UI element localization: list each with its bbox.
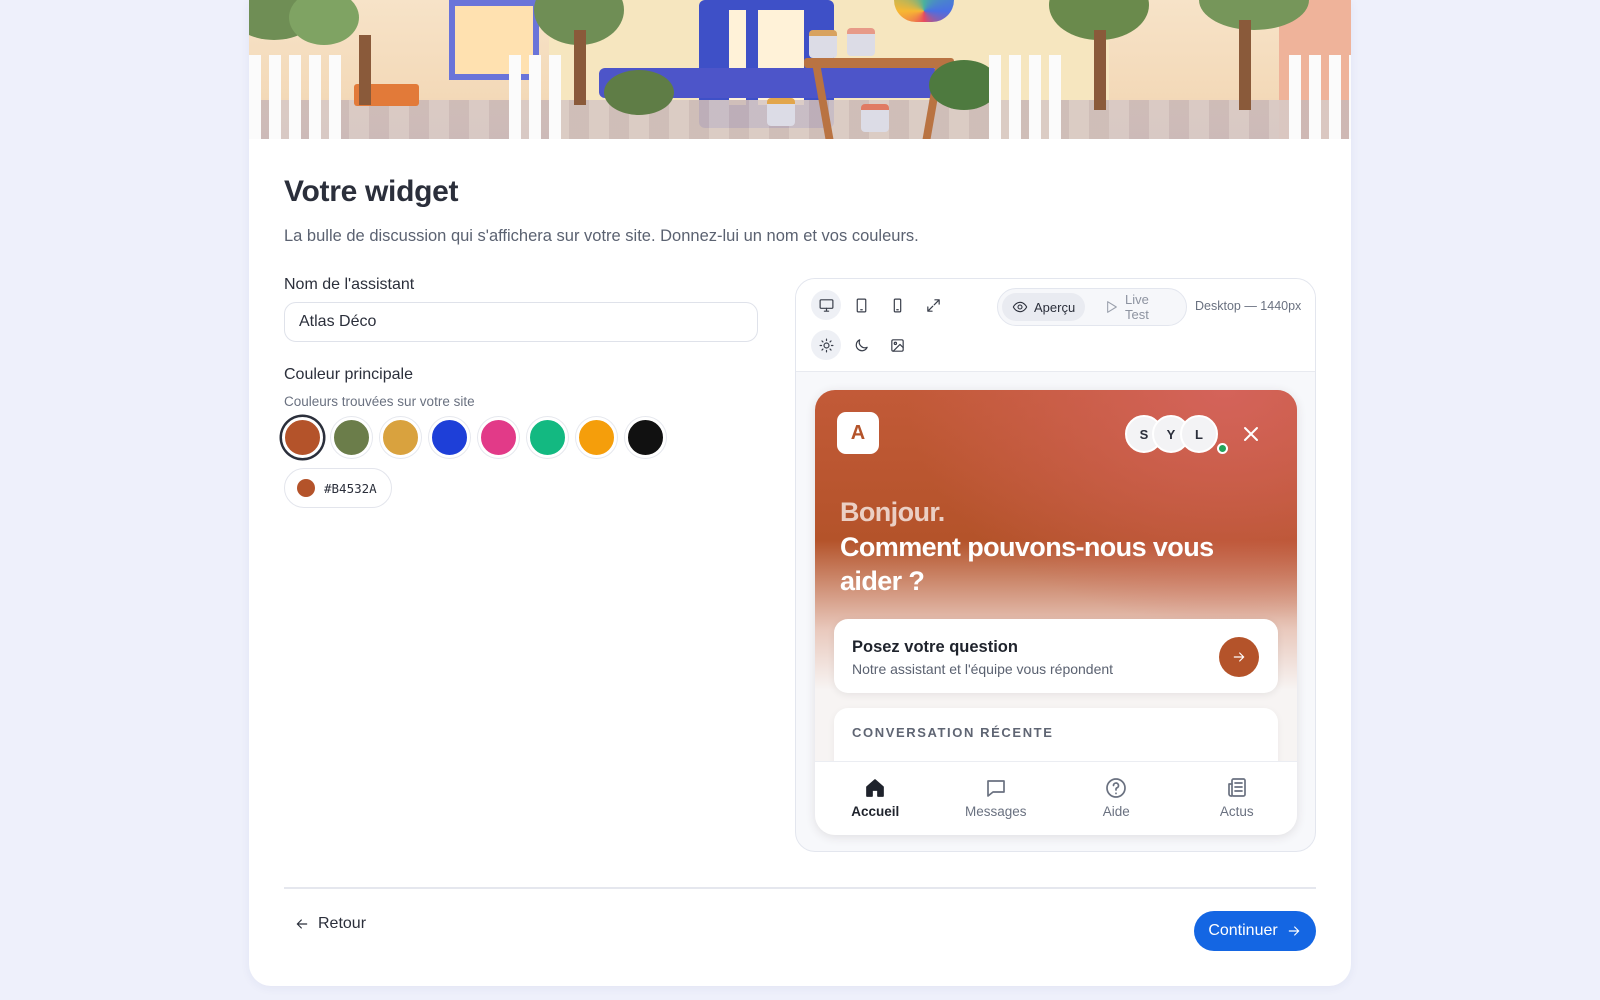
back-button[interactable]: Retour <box>294 915 366 933</box>
nav-item-label: Aide <box>1102 804 1130 819</box>
chat-icon <box>986 780 1005 797</box>
color-hint: Couleurs trouvées sur votre site <box>284 394 475 409</box>
preview-mode-toggle: Aperçu Live Test <box>997 288 1187 326</box>
nav-item-messages[interactable]: Messages <box>936 762 1057 835</box>
nav-item-aide[interactable]: Aide <box>1056 762 1177 835</box>
viewport-size-label: Desktop — 1440px <box>1195 299 1302 313</box>
mobile-icon[interactable] <box>882 290 912 320</box>
help-icon <box>1106 778 1127 798</box>
color-swatch[interactable] <box>429 417 470 458</box>
sun-icon[interactable] <box>811 330 841 360</box>
moon-icon[interactable] <box>846 330 876 360</box>
expand-icon[interactable] <box>918 290 948 320</box>
arrow-left-icon <box>296 919 308 929</box>
nav-item-label: Messages <box>964 804 1027 819</box>
page-title: Votre widget <box>284 175 459 208</box>
desktop-icon[interactable] <box>811 290 841 320</box>
widget-bottom-nav: Accueil Messages Aide Actus <box>815 761 1297 835</box>
image-icon[interactable] <box>882 330 912 360</box>
recent-conversation-title: CONVERSATION RÉCENTE <box>852 725 1054 740</box>
color-swatch[interactable] <box>331 417 372 458</box>
continue-button-label: Continuer <box>1208 922 1278 939</box>
hex-color-dot <box>297 479 315 497</box>
hex-color-value: #B4532A <box>324 480 377 496</box>
news-icon <box>1227 778 1246 797</box>
widget-preview-panel: Aperçu Live Test Desktop — 1440px A S Y … <box>795 278 1316 852</box>
arrow-right-icon <box>1288 926 1299 936</box>
color-swatch[interactable] <box>576 417 617 458</box>
close-icon[interactable] <box>1239 422 1263 446</box>
tablet-icon[interactable] <box>846 290 876 320</box>
hex-color-chip[interactable]: #B4532A <box>284 468 392 508</box>
preview-mode-button[interactable]: Aperçu <box>1002 293 1086 321</box>
main-color-label: Couleur principale <box>284 366 413 383</box>
nav-item-label: Actus <box>1219 804 1254 819</box>
assistant-avatar: A <box>837 412 879 454</box>
continue-button[interactable]: Continuer <box>1194 911 1316 951</box>
avatar: L <box>1180 415 1218 453</box>
arrow-right-icon[interactable] <box>1219 637 1259 677</box>
live-test-label: Live Test <box>1124 292 1149 322</box>
assistant-name-label: Nom de l'assistant <box>284 276 415 293</box>
online-status-dot <box>1217 443 1228 454</box>
back-button-label: Retour <box>318 915 367 932</box>
page-subtitle: La bulle de discussion qui s'affichera s… <box>284 227 919 245</box>
footer-divider <box>284 887 1316 889</box>
greeting-line-2: Comment pouvons-nous vous aider ? <box>840 532 1214 596</box>
color-swatch[interactable] <box>282 417 323 458</box>
play-icon <box>1107 301 1117 313</box>
color-swatch[interactable] <box>380 417 421 458</box>
color-swatches <box>282 417 666 458</box>
nav-item-label: Accueil <box>851 804 900 819</box>
color-swatch[interactable] <box>625 417 666 458</box>
assistant-name-input[interactable] <box>284 302 758 342</box>
chat-widget: A S Y L Bonjour. Comment pouvons-nous vo… <box>815 390 1297 835</box>
eye-icon <box>1012 301 1028 313</box>
ask-question-subtitle: Notre assistant et l'équipe vous réponde… <box>852 661 1114 677</box>
hero-illustration <box>249 0 1351 139</box>
ask-question-title: Posez votre question <box>852 638 1018 656</box>
home-icon <box>866 779 885 797</box>
preview-mode-label: Aperçu <box>1034 299 1076 315</box>
nav-item-accueil[interactable]: Accueil <box>815 762 936 835</box>
greeting-line-1: Bonjour. <box>840 497 945 527</box>
live-test-button[interactable]: Live Test <box>1093 292 1186 322</box>
nav-item-actus[interactable]: Actus <box>1177 762 1298 835</box>
preview-toolbar: Aperçu Live Test Desktop — 1440px <box>796 279 1315 372</box>
color-swatch[interactable] <box>527 417 568 458</box>
ask-question-card[interactable]: Posez votre question Notre assistant et … <box>834 619 1278 693</box>
onboarding-card: Votre widget La bulle de discussion qui … <box>249 0 1351 986</box>
color-swatch[interactable] <box>478 417 519 458</box>
